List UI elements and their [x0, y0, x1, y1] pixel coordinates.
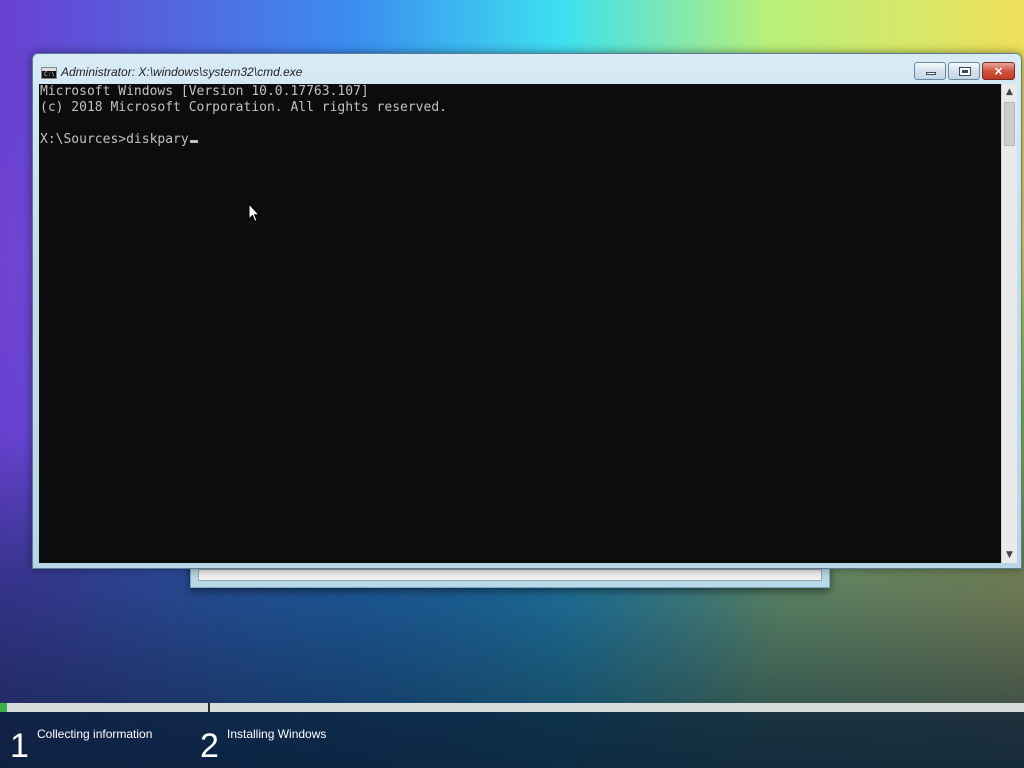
setup-progress-fill: [0, 703, 7, 712]
scroll-down-arrow[interactable]: ▼: [1002, 547, 1017, 563]
vertical-scrollbar[interactable]: ▲ ▼: [1001, 84, 1017, 563]
progress-step-divider: [208, 703, 210, 712]
console-line: Microsoft Windows [Version 10.0.17763.10…: [40, 84, 369, 99]
console-output[interactable]: Microsoft Windows [Version 10.0.17763.10…: [39, 84, 1001, 563]
cmd-window[interactable]: C:\ Administrator: X:\windows\system32\c…: [32, 53, 1022, 569]
mouse-pointer-icon: [248, 203, 260, 223]
maximize-icon: [959, 67, 971, 76]
step-2-label: Installing Windows: [227, 727, 327, 741]
close-button[interactable]: ×: [982, 62, 1015, 80]
step-1-number: 1: [10, 727, 29, 765]
console-input-line[interactable]: X:\Sources>diskpary: [40, 132, 1001, 148]
console-line: (c) 2018 Microsoft Corporation. All righ…: [40, 100, 447, 115]
setup-progress-bar: [0, 703, 1024, 712]
maximize-button[interactable]: [948, 62, 980, 80]
close-icon: ×: [993, 64, 1004, 78]
minimize-icon: [926, 72, 936, 75]
cmd-icon-prompt: C:\: [44, 71, 55, 78]
step-2-number: 2: [200, 727, 219, 765]
minimize-button[interactable]: [914, 62, 946, 80]
step-1-label: Collecting information: [37, 727, 153, 741]
title-bar[interactable]: C:\ Administrator: X:\windows\system32\c…: [33, 54, 1021, 84]
setup-footer: [0, 712, 1024, 768]
text-cursor: [189, 140, 198, 143]
setup-window-inner-panel: [198, 569, 822, 581]
scroll-up-arrow[interactable]: ▲: [1002, 84, 1017, 100]
scroll-thumb[interactable]: [1004, 102, 1015, 146]
window-title: Administrator: X:\windows\system32\cmd.e…: [61, 65, 303, 79]
cmd-icon[interactable]: C:\: [41, 67, 57, 79]
command-prompt-text: X:\Sources>diskpary: [40, 132, 189, 147]
